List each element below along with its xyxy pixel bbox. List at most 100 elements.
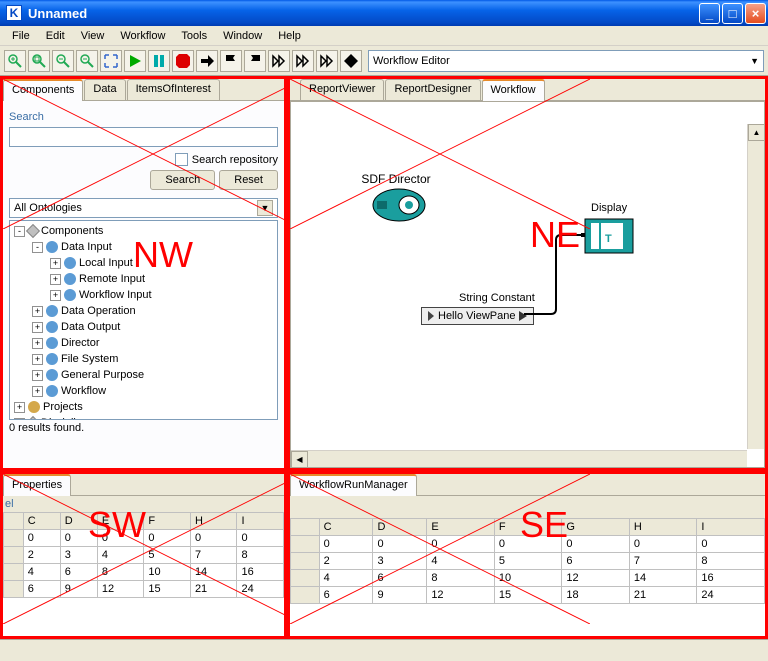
expand-icon[interactable]: +: [50, 274, 61, 285]
arrow-right-icon[interactable]: [196, 50, 218, 72]
table-row[interactable]: 6912152124: [4, 581, 284, 598]
cell[interactable]: 8: [697, 553, 765, 570]
sdf-director-actor[interactable]: [371, 187, 427, 226]
cell[interactable]: 0: [60, 530, 97, 547]
table-row[interactable]: 0000000: [291, 536, 765, 553]
cell[interactable]: 8: [237, 547, 284, 564]
cell[interactable]: 16: [697, 570, 765, 587]
tree-node[interactable]: +Projects: [12, 399, 275, 415]
col-header[interactable]: F: [494, 519, 562, 536]
cell[interactable]: 2: [319, 553, 373, 570]
col-header[interactable]: D: [373, 519, 427, 536]
tree-node[interactable]: +Workflow: [12, 383, 275, 399]
cell[interactable]: 0: [494, 536, 562, 553]
tree-node[interactable]: +Workflow Input: [12, 287, 275, 303]
table-row[interactable]: 000000: [4, 530, 284, 547]
col-header[interactable]: E: [97, 513, 144, 530]
cell[interactable]: 24: [237, 581, 284, 598]
tab-reportviewer[interactable]: ReportViewer: [300, 79, 384, 100]
search-button[interactable]: Search: [150, 170, 215, 190]
tab-properties[interactable]: Properties: [3, 474, 71, 496]
cell[interactable]: 9: [373, 587, 427, 604]
menu-edit[interactable]: Edit: [38, 28, 73, 44]
tab-workflow[interactable]: Workflow: [482, 79, 545, 101]
ffwd-icon[interactable]: [292, 50, 314, 72]
maximize-button[interactable]: □: [722, 3, 743, 24]
cell[interactable]: 7: [629, 553, 697, 570]
tree-node[interactable]: -Data Input: [12, 239, 275, 255]
table-row[interactable]: 46810121416: [291, 570, 765, 587]
fullscreen-icon[interactable]: [100, 50, 122, 72]
cell[interactable]: 0: [697, 536, 765, 553]
cell[interactable]: 8: [97, 564, 144, 581]
table-row[interactable]: 2345678: [291, 553, 765, 570]
cell[interactable]: 12: [97, 581, 144, 598]
tree-node[interactable]: +General Purpose: [12, 367, 275, 383]
properties-table[interactable]: CDEFHI0000002345784681014166912152124: [3, 512, 284, 636]
cell[interactable]: 4: [97, 547, 144, 564]
cell[interactable]: 9: [60, 581, 97, 598]
cell[interactable]: 0: [373, 536, 427, 553]
cell[interactable]: 0: [562, 536, 630, 553]
cell[interactable]: 15: [494, 587, 562, 604]
cell[interactable]: 14: [190, 564, 237, 581]
cell[interactable]: 8: [427, 570, 495, 587]
cell[interactable]: 6: [60, 564, 97, 581]
zoom-reset-icon[interactable]: [28, 50, 50, 72]
search-input[interactable]: [9, 127, 278, 147]
cell[interactable]: 0: [97, 530, 144, 547]
expand-icon[interactable]: -: [32, 242, 43, 253]
workflow-editor-select[interactable]: Workflow Editor ▼: [368, 50, 764, 72]
stop-icon[interactable]: [172, 50, 194, 72]
col-header[interactable]: G: [562, 519, 630, 536]
cell[interactable]: 12: [427, 587, 495, 604]
expand-icon[interactable]: +: [50, 258, 61, 269]
cell[interactable]: 4: [427, 553, 495, 570]
table-row[interactable]: 234578: [4, 547, 284, 564]
menu-help[interactable]: Help: [270, 28, 309, 44]
cell[interactable]: 12: [562, 570, 630, 587]
cell[interactable]: 10: [144, 564, 191, 581]
col-header[interactable]: H: [629, 519, 697, 536]
minimize-button[interactable]: _: [699, 3, 720, 24]
zoom-fit-icon[interactable]: [52, 50, 74, 72]
workflow-canvas[interactable]: SDF Director Display T String Constant H…: [290, 101, 765, 468]
menu-view[interactable]: View: [73, 28, 113, 44]
component-tree[interactable]: -Components-Data Input+Local Input+Remot…: [9, 220, 278, 420]
tree-node[interactable]: +Data Output: [12, 319, 275, 335]
cell[interactable]: 5: [494, 553, 562, 570]
cell[interactable]: 3: [60, 547, 97, 564]
next-icon[interactable]: [316, 50, 338, 72]
flag-end-icon[interactable]: [244, 50, 266, 72]
cell[interactable]: 0: [319, 536, 373, 553]
zoom-in-icon[interactable]: [4, 50, 26, 72]
col-header[interactable]: H: [190, 513, 237, 530]
diamond-icon[interactable]: [340, 50, 362, 72]
run-manager-table[interactable]: CDEFGHI000000023456784681012141669121518…: [290, 518, 765, 636]
cell[interactable]: 6: [319, 587, 373, 604]
cell[interactable]: 15: [144, 581, 191, 598]
menu-tools[interactable]: Tools: [173, 28, 215, 44]
col-header[interactable]: I: [237, 513, 284, 530]
menu-file[interactable]: File: [4, 28, 38, 44]
cell[interactable]: 18: [562, 587, 630, 604]
col-header[interactable]: C: [23, 513, 60, 530]
cell[interactable]: 7: [190, 547, 237, 564]
tree-node[interactable]: -Components: [12, 223, 275, 239]
cell[interactable]: 0: [427, 536, 495, 553]
tree-node[interactable]: +Disciplines: [12, 415, 275, 420]
col-header[interactable]: E: [427, 519, 495, 536]
expand-icon[interactable]: +: [14, 418, 25, 421]
skip-fwd-icon[interactable]: [268, 50, 290, 72]
expand-icon[interactable]: +: [50, 290, 61, 301]
tab-components[interactable]: Components: [3, 79, 83, 101]
scrollbar-vertical[interactable]: ▲: [747, 124, 764, 449]
cell[interactable]: 6: [373, 570, 427, 587]
ontology-select[interactable]: All Ontologies ▼: [9, 198, 278, 218]
tab-workflow-run-manager[interactable]: WorkflowRunManager: [290, 474, 417, 496]
cell[interactable]: 21: [629, 587, 697, 604]
cell[interactable]: 3: [373, 553, 427, 570]
display-actor[interactable]: T: [581, 217, 635, 260]
cell[interactable]: 14: [629, 570, 697, 587]
flag-icon[interactable]: [220, 50, 242, 72]
